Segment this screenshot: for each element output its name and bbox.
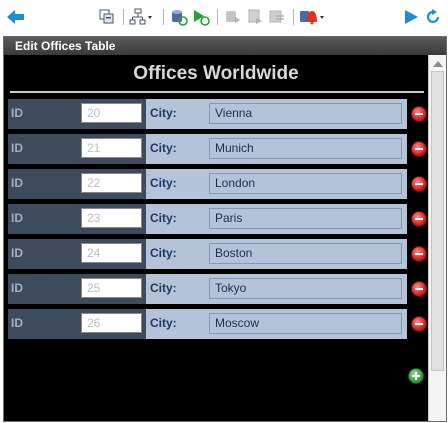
toolbar xyxy=(0,0,448,34)
table-row: ID 20 City: Vienna xyxy=(8,99,427,129)
id-label: ID xyxy=(11,281,23,295)
city-label: City: xyxy=(150,141,177,155)
city-field[interactable]: Vienna xyxy=(209,103,402,124)
title-divider xyxy=(10,91,424,93)
id-label: ID xyxy=(11,176,23,190)
disabled-icon-1 xyxy=(224,8,242,26)
table-row: ID 21 City: Munich xyxy=(8,134,427,164)
table-row: ID 23 City: Paris xyxy=(8,204,427,234)
city-cell: City: Munich xyxy=(146,134,407,164)
city-label: City: xyxy=(150,176,177,190)
city-cell: City: Paris xyxy=(146,204,407,234)
run-icon[interactable] xyxy=(402,8,420,26)
city-cell: City: Tokyo xyxy=(146,274,407,304)
id-field[interactable]: 23 xyxy=(81,208,142,228)
id-field[interactable]: 24 xyxy=(81,243,142,263)
remove-row-button[interactable] xyxy=(411,316,427,332)
id-cell: ID 24 xyxy=(8,239,146,269)
vertical-scrollbar[interactable] xyxy=(428,55,446,421)
city-label: City: xyxy=(150,106,177,120)
city-field[interactable]: Tokyo xyxy=(209,278,402,299)
city-cell: City: London xyxy=(146,169,407,199)
database-refresh-icon[interactable] xyxy=(170,8,188,26)
toolbar-separator xyxy=(217,9,218,25)
table-row: ID 22 City: London xyxy=(8,169,427,199)
disabled-icon-2 xyxy=(246,8,264,26)
table-row: ID 26 City: Moscow xyxy=(8,309,427,339)
remove-row-button[interactable] xyxy=(411,141,427,157)
id-field[interactable]: 20 xyxy=(81,103,142,123)
id-field[interactable]: 22 xyxy=(81,173,142,193)
remove-row-button[interactable] xyxy=(411,281,427,297)
back-arrow-icon[interactable] xyxy=(6,9,26,25)
city-label: City: xyxy=(150,211,177,225)
add-row-button[interactable] xyxy=(408,368,424,384)
table-row: ID 25 City: Tokyo xyxy=(8,274,427,304)
form-content: Offices Worldwide ID 20 City: Vienna ID … xyxy=(4,55,428,421)
remove-row-button[interactable] xyxy=(411,246,427,262)
toolbar-separator xyxy=(163,9,164,25)
alert-icon[interactable] xyxy=(299,8,327,26)
toolbar-separator xyxy=(293,9,294,25)
form-title: Offices Worldwide xyxy=(133,63,299,84)
scroll-up-arrow-icon[interactable] xyxy=(433,61,443,67)
scroll-thumb[interactable] xyxy=(431,71,444,371)
city-field[interactable]: Boston xyxy=(209,243,402,264)
table-row: ID 24 City: Boston xyxy=(8,239,427,269)
id-field[interactable]: 21 xyxy=(81,138,142,158)
remove-row-button[interactable] xyxy=(411,211,427,227)
id-cell: ID 21 xyxy=(8,134,146,164)
id-label: ID xyxy=(11,106,23,120)
id-label: ID xyxy=(11,316,23,330)
id-label: ID xyxy=(11,211,23,225)
city-label: City: xyxy=(150,281,177,295)
execute-icon[interactable] xyxy=(192,8,210,26)
id-cell: ID 22 xyxy=(8,169,146,199)
id-cell: ID 23 xyxy=(8,204,146,234)
disabled-icon-3 xyxy=(268,8,286,26)
id-label: ID xyxy=(11,141,23,155)
id-label: ID xyxy=(11,246,23,260)
city-cell: City: Vienna xyxy=(146,99,407,129)
remove-row-button[interactable] xyxy=(411,176,427,192)
city-label: City: xyxy=(150,246,177,260)
city-field[interactable]: Moscow xyxy=(209,313,402,334)
tree-view-icon[interactable] xyxy=(129,8,153,26)
id-cell: ID 20 xyxy=(8,99,146,129)
window-title: Edit Offices Table xyxy=(4,37,446,55)
edit-offices-window: Edit Offices Table Offices Worldwide ID … xyxy=(3,36,447,422)
id-cell: ID 26 xyxy=(8,309,146,339)
city-field[interactable]: Paris xyxy=(209,208,402,229)
city-cell: City: Moscow xyxy=(146,309,407,339)
city-field[interactable]: Munich xyxy=(209,138,402,159)
id-field[interactable]: 25 xyxy=(81,278,142,298)
city-field[interactable]: London xyxy=(209,173,402,194)
copy-records-icon[interactable] xyxy=(98,8,116,26)
remove-row-button[interactable] xyxy=(411,106,427,122)
id-cell: ID 25 xyxy=(8,274,146,304)
city-label: City: xyxy=(150,316,177,330)
city-cell: City: Boston xyxy=(146,239,407,269)
toolbar-separator xyxy=(123,9,124,25)
id-field[interactable]: 26 xyxy=(81,313,142,333)
refresh-icon[interactable] xyxy=(425,8,441,26)
